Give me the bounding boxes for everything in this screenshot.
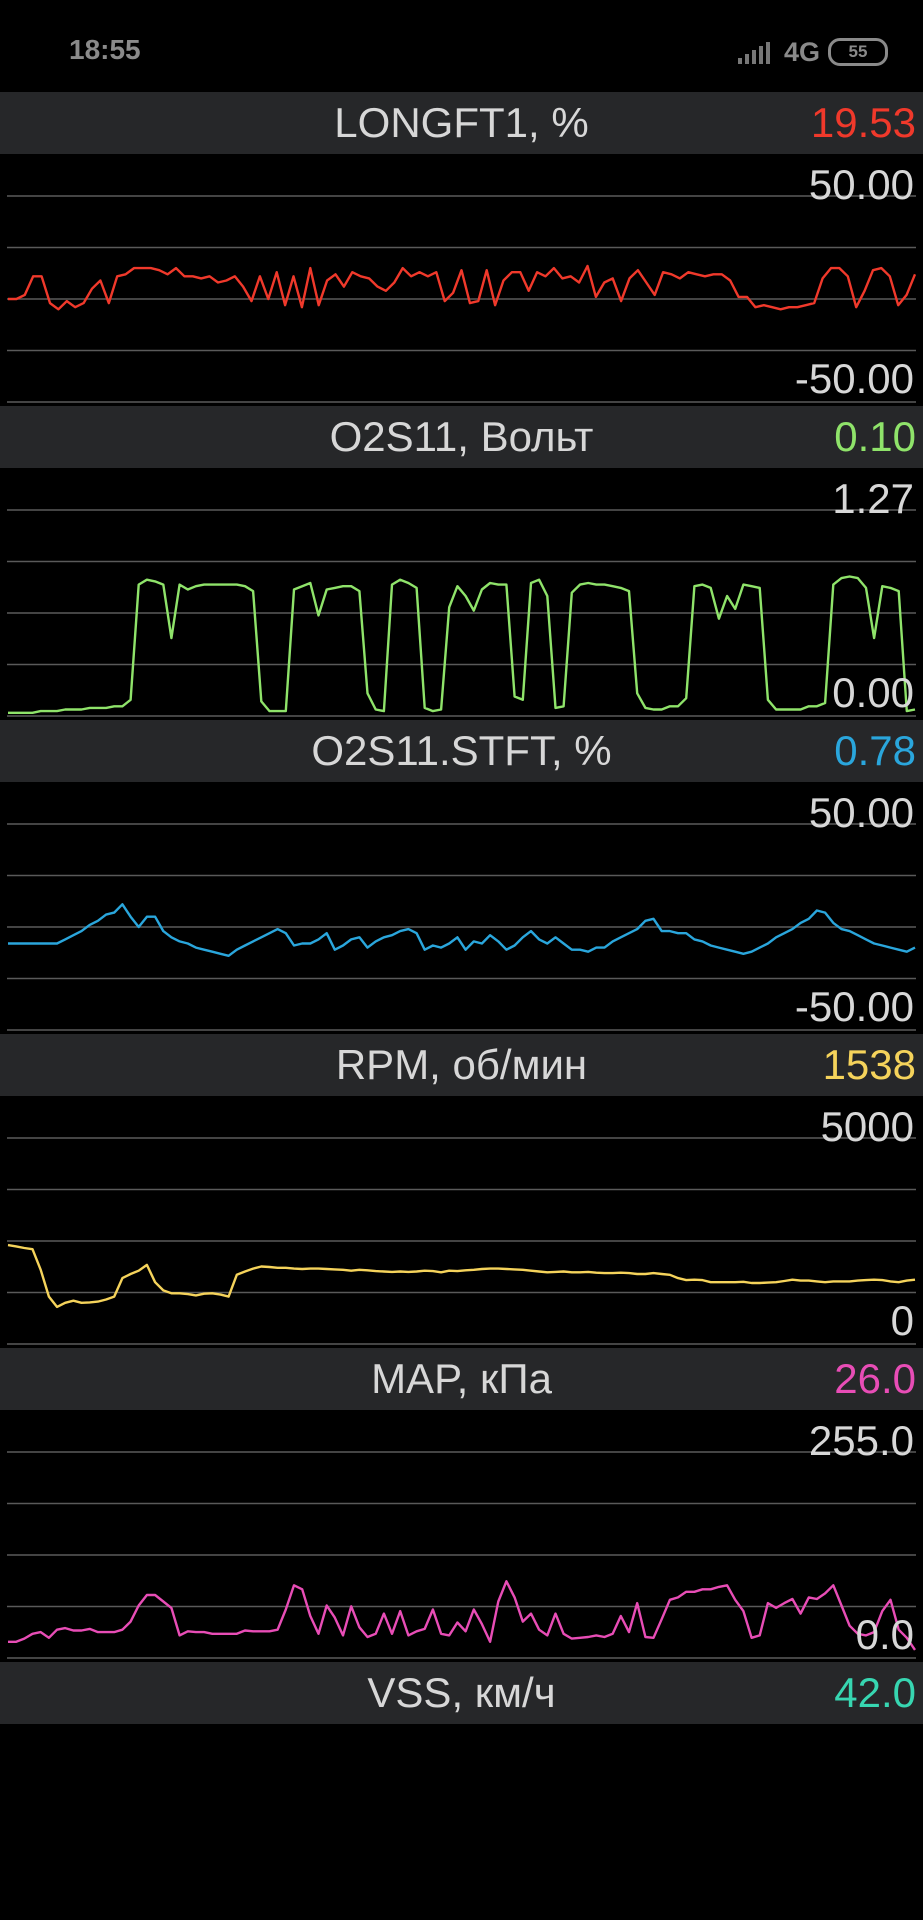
chart-plot: 50.00 -50.00 [7, 154, 916, 404]
chart-svg [7, 1137, 916, 1345]
panel-title: LONGFT1, % [334, 99, 589, 146]
status-bar: 18:55 4G 55 [0, 0, 923, 92]
chart-plot: 255.0 0.0 [7, 1410, 916, 1660]
panel-title: O2S11, Вольт [329, 413, 594, 460]
panel-current-value: 26.0 [834, 1355, 916, 1402]
panel-current-value: 19.53 [810, 99, 916, 146]
panel-o2s11[interactable]: O2S11, Вольт 0.10 1.27 0.00 [0, 406, 923, 720]
status-time: 18:55 [69, 34, 141, 65]
panel-rpm[interactable]: RPM, об/мин 1538 5000 0 [0, 1034, 923, 1348]
panel-current-value: 42.0 [834, 1669, 916, 1716]
panel-o2s11-stft[interactable]: O2S11.STFT, % 0.78 50.00 -50.00 [0, 720, 923, 1034]
battery-level: 55 [848, 42, 868, 61]
series-line [8, 1580, 916, 1651]
panel-current-value: 1538 [822, 1041, 916, 1088]
y-axis-max-label: 50.00 [808, 789, 914, 836]
y-axis-max-label: 1.27 [832, 475, 914, 522]
chart-plot: 5000 0 [7, 1096, 916, 1346]
battery-icon: 55 [828, 38, 888, 66]
panel-map[interactable]: MAP, кПа 26.0 255.0 0.0 [0, 1348, 923, 1662]
y-axis-min-label: 0.00 [832, 669, 914, 716]
series-line [8, 264, 916, 311]
chart-svg [7, 823, 916, 1031]
panel-title: RPM, об/мин [335, 1041, 588, 1088]
panel-current-value: 0.78 [834, 727, 916, 774]
y-axis-max-label: 5000 [820, 1103, 914, 1150]
chart-svg [7, 195, 916, 403]
chart-plot: 50.00 -50.00 [7, 782, 916, 1032]
panel-title: MAP, кПа [371, 1355, 552, 1402]
panel-vss[interactable]: VSS, км/ч 42.0 [0, 1662, 923, 1724]
panel-longft1[interactable]: LONGFT1, % 19.53 50.00 -50.00 [0, 92, 923, 406]
signal-icon [737, 42, 770, 64]
chart-svg [7, 509, 916, 717]
series-line [7, 1243, 916, 1309]
y-axis-min-label: 0.0 [855, 1611, 914, 1658]
panel-title: VSS, км/ч [367, 1669, 556, 1716]
series-line [8, 903, 916, 958]
y-axis-min-label: -50.00 [794, 355, 914, 402]
chart-plot: 1.27 0.00 [7, 468, 916, 718]
chart-svg [7, 1451, 916, 1659]
panel-title: O2S11.STFT, % [311, 727, 612, 774]
y-axis-max-label: 50.00 [808, 161, 914, 208]
y-axis-min-label: -50.00 [794, 983, 914, 1030]
y-axis-min-label: 0 [890, 1297, 914, 1344]
y-axis-max-label: 255.0 [808, 1417, 914, 1464]
panel-current-value: 0.10 [834, 413, 916, 460]
network-type: 4G [783, 36, 820, 67]
series-line [8, 575, 916, 715]
status-icons: 4G 55 [736, 34, 888, 70]
